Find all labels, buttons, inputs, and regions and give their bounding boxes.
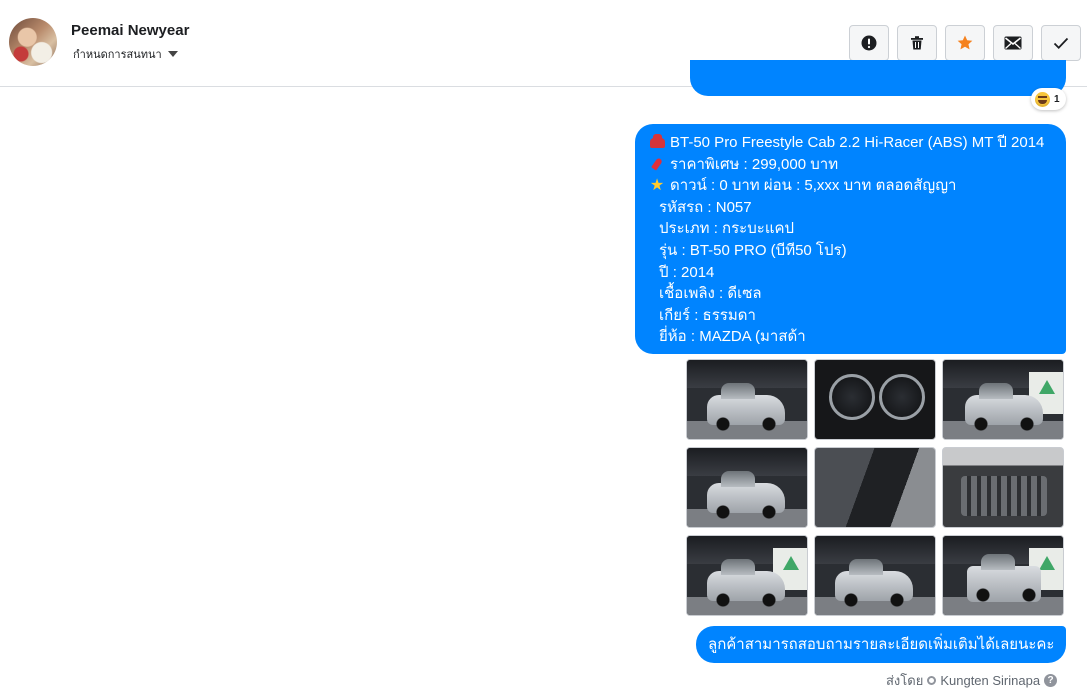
message-line-text: BT-50 Pro Freestyle Cab 2.2 Hi-Racer (AB…: [670, 134, 1045, 151]
message-line: ราคาพิเศษ : 299,000 บาท: [648, 154, 1066, 176]
assign-conversation-dropdown[interactable]: กำหนดการสนทนา: [73, 45, 178, 63]
car-icon: [648, 133, 666, 151]
car-photo-4[interactable]: [686, 447, 808, 528]
message-line: ปี : 2014: [648, 262, 1066, 284]
car-details-message[interactable]: BT-50 Pro Freestyle Cab 2.2 Hi-Racer (AB…: [635, 124, 1066, 354]
message-line: BT-50 Pro Freestyle Cab 2.2 Hi-Racer (AB…: [648, 132, 1066, 154]
message-line: ★ ดาวน์ : 0 บาท ผ่อน : 5,xxx บาท ตลอดสัญ…: [648, 175, 1066, 197]
settings-icon: [927, 676, 937, 685]
car-photo-7[interactable]: [686, 535, 808, 616]
contact-avatar[interactable]: [9, 18, 57, 66]
message-line: เชื้อเพลิง : ดีเซล: [648, 283, 1066, 305]
laughing-emoji-icon: [1035, 91, 1050, 107]
message-line-text: เชื้อเพลิง : ดีเซล: [659, 285, 762, 303]
message-line-text: เกียร์ : ธรรมดา: [659, 306, 756, 324]
car-photo-3[interactable]: [942, 359, 1064, 440]
previous-message-bubble[interactable]: [690, 60, 1066, 96]
message-line-text: ปี : 2014: [659, 263, 715, 281]
message-line-text: ประเภท : กระบะแคป: [659, 220, 795, 238]
delete-button[interactable]: [897, 25, 937, 61]
sent-by-info: ส่งโดย Kungten Sirinapa ?: [886, 670, 1058, 691]
car-photo-6[interactable]: [942, 447, 1064, 528]
spam-button[interactable]: [849, 25, 889, 61]
message-line-text: ดาวน์ : 0 บาท ผ่อน : 5,xxx บาท ตลอดสัญญา: [670, 177, 957, 195]
caret-down-icon: [167, 51, 178, 57]
check-icon: [1053, 37, 1069, 49]
message-line: เกียร์ : ธรรมดา: [648, 305, 1066, 327]
sent-by-label: ส่งโดย: [886, 673, 924, 688]
star-icon: [957, 35, 973, 50]
message-line-text: รหัสรถ : N057: [659, 198, 752, 216]
star-icon: ★: [649, 176, 665, 194]
envelope-icon: [1004, 36, 1022, 50]
car-photo-2[interactable]: [814, 359, 936, 440]
pushpin-icon: [648, 156, 666, 172]
mark-unread-button[interactable]: [993, 25, 1033, 61]
message-reaction[interactable]: 1: [1031, 88, 1066, 110]
message-line: ประเภท : กระบะแคป: [648, 218, 1066, 240]
message-line: ยี่ห้อ : MAZDA (มาสด้า: [648, 326, 1066, 348]
message-line: รหัสรถ : N057: [648, 197, 1066, 219]
contact-name[interactable]: Peemai Newyear: [71, 22, 189, 39]
message-line-text: รุ่น : BT-50 PRO (บีที50 โปร): [659, 241, 847, 259]
message-line-text: ราคาพิเศษ : 299,000 บาท: [670, 155, 839, 173]
message-line-text: ยี่ห้อ : MAZDA (มาสด้า: [659, 328, 806, 346]
message-line: รุ่น : BT-50 PRO (บีที50 โปร): [648, 240, 1066, 262]
trash-icon: [911, 36, 923, 50]
sender-name[interactable]: Kungten Sirinapa: [940, 673, 1040, 688]
car-photo-1[interactable]: [686, 359, 808, 440]
reaction-count: 1: [1054, 93, 1060, 105]
exclamation-icon: [861, 35, 877, 51]
star-button[interactable]: [945, 25, 985, 61]
car-photo-5[interactable]: [814, 447, 936, 528]
help-icon[interactable]: ?: [1044, 674, 1058, 687]
assign-conversation-label: กำหนดการสนทนา: [73, 49, 162, 61]
closing-message[interactable]: ลูกค้าสามารถสอบถามรายละเอียดเพิ่มเติมได้…: [696, 626, 1066, 663]
car-photo-9[interactable]: [942, 535, 1064, 616]
car-photo-8[interactable]: [814, 535, 936, 616]
mark-done-button[interactable]: [1041, 25, 1081, 61]
